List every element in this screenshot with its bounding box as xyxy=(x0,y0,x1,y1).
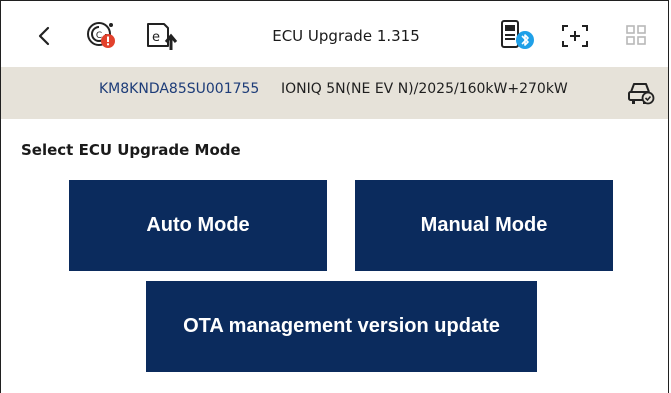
vin-number: KM8KNDA85SU001755 xyxy=(99,81,260,97)
ota-update-button[interactable]: OTA management version update xyxy=(146,281,537,372)
ecu-upgrade-icon: e xyxy=(147,23,178,50)
svg-text:e: e xyxy=(152,30,160,45)
grid-icon xyxy=(626,25,646,45)
app-grid-button[interactable] xyxy=(621,20,651,50)
vehicle-check-button[interactable] xyxy=(627,80,655,106)
app-frame: C e ECU Upgrade 1.315 KM8KNDA85SU001755 … xyxy=(0,0,669,393)
top-bar: C e ECU Upgrade 1.315 xyxy=(1,1,668,67)
vehicle-model: IONIQ 5N(NE EV N)/2025/160kW+270kW xyxy=(281,81,568,97)
vci-bluetooth-button[interactable] xyxy=(495,17,541,53)
car-check-icon xyxy=(628,83,655,105)
manual-mode-button[interactable]: Manual Mode xyxy=(355,180,613,271)
screen-capture-icon xyxy=(562,25,588,47)
vci-bluetooth-icon xyxy=(501,20,534,49)
diagnostic-alert-icon: C xyxy=(87,22,115,48)
diagnostic-button[interactable]: C xyxy=(81,17,125,53)
page-title: ECU Upgrade 1.315 xyxy=(272,27,420,45)
back-button[interactable] xyxy=(27,19,61,53)
ecu-upgrade-button[interactable]: e xyxy=(141,18,181,54)
auto-mode-button[interactable]: Auto Mode xyxy=(69,180,327,271)
screen-capture-button[interactable] xyxy=(557,18,593,54)
chevron-left-icon xyxy=(38,26,50,46)
vehicle-info-bar: KM8KNDA85SU001755 IONIQ 5N(NE EV N)/2025… xyxy=(1,67,668,119)
section-label: Select ECU Upgrade Mode xyxy=(21,141,241,159)
